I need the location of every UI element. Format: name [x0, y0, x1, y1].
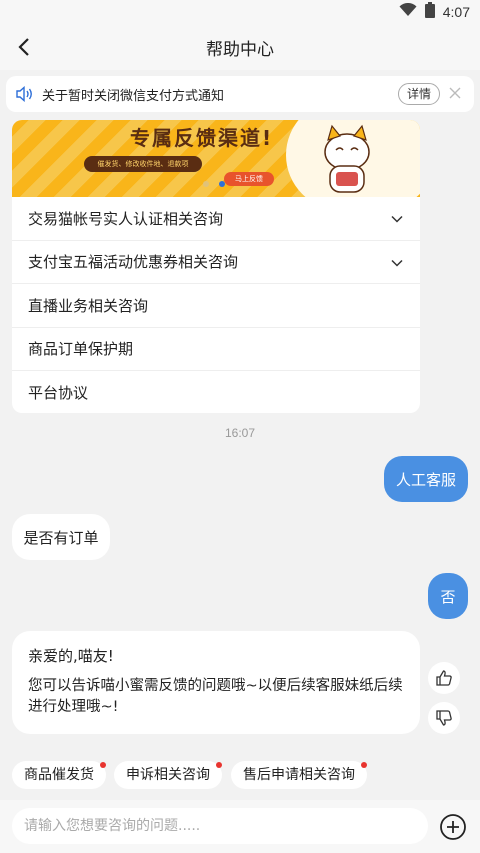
banner-headline: 专属反馈渠道!	[130, 126, 274, 150]
message-text: 您可以告诉喵小蜜需反馈的问题哦~以便后续客服妹纸后续进行处理哦~!	[28, 677, 403, 716]
wifi-icon	[399, 2, 417, 21]
back-button[interactable]	[12, 34, 36, 60]
clock: 4:07	[442, 4, 470, 20]
red-dot-badge	[216, 762, 222, 768]
notice-text: 关于暂时关闭微信支付方式通知	[42, 88, 225, 104]
faq-item-agreement[interactable]: 平台协议	[12, 371, 420, 413]
top-nav-bar: 帮助中心	[0, 24, 480, 70]
back-arrow-icon	[18, 38, 29, 56]
message-text: 亲爱的,喵友!	[28, 647, 114, 665]
thumbs-down-icon	[436, 710, 452, 726]
banner-pill: 催发货、修改收件地、退款项	[84, 156, 202, 172]
quick-reply-chip[interactable]: 售后申请相关咨询	[231, 761, 367, 789]
page-title: 帮助中心	[206, 39, 274, 60]
chip-label: 商品催发货	[24, 767, 94, 783]
faq-item-label: 支付宝五福活动优惠券相关咨询	[28, 253, 239, 272]
question-input[interactable]	[12, 808, 428, 844]
user-message-bubble: 人工客服	[384, 456, 468, 502]
faq-item-label: 商品订单保护期	[28, 340, 134, 359]
bot-message-bubble: 亲爱的,喵友! 您可以告诉喵小蜜需反馈的问题哦~以便后续客服妹纸后续进行处理哦~…	[12, 631, 420, 734]
message-text: 否	[440, 587, 456, 606]
message-text: 人工客服	[395, 470, 456, 489]
chip-label: 售后申请相关咨询	[243, 767, 355, 783]
status-bar: 4:07	[0, 0, 480, 24]
faq-card: 专属反馈渠道! 催发货、修改收件地、退款项 马上反馈 交易猫帐号实人认证相关咨询…	[12, 120, 420, 413]
battery-icon	[424, 2, 435, 22]
quick-reply-chip[interactable]: 商品催发货	[12, 761, 106, 789]
bot-message-bubble: 是否有订单	[12, 514, 110, 560]
red-dot-badge	[361, 762, 367, 768]
faq-item-live[interactable]: 直播业务相关咨询	[12, 284, 420, 328]
thumbs-up-button[interactable]	[428, 662, 460, 694]
quick-reply-chip[interactable]: 申诉相关咨询	[114, 761, 222, 789]
faq-item-label: 平台协议	[28, 384, 89, 403]
red-dot-badge	[100, 762, 106, 768]
faq-item-alipay[interactable]: 支付宝五福活动优惠券相关咨询	[12, 241, 420, 284]
chevron-down-icon	[391, 259, 403, 267]
chip-label: 申诉相关咨询	[126, 767, 210, 783]
message-text: 是否有订单	[23, 528, 99, 547]
faq-item-realname[interactable]: 交易猫帐号实人认证相关咨询	[12, 197, 420, 241]
faq-item-label: 交易猫帐号实人认证相关咨询	[28, 209, 224, 228]
close-icon[interactable]	[448, 86, 462, 100]
thumbs-down-button[interactable]	[428, 702, 460, 734]
cat-mascot-icon	[324, 124, 370, 193]
user-message-bubble: 否	[428, 573, 468, 619]
chat-timestamp: 16:07	[224, 426, 256, 440]
carousel-dot-active	[219, 181, 225, 187]
banner-feedback-button[interactable]: 马上反馈	[224, 172, 274, 186]
quick-reply-bar: 商品催发货 申诉相关咨询 售后申请相关咨询	[0, 752, 480, 798]
plus-circle-icon[interactable]	[439, 813, 467, 841]
chevron-down-icon	[391, 215, 403, 223]
notice-detail-button[interactable]: 详情	[397, 83, 440, 105]
input-bar	[0, 800, 480, 853]
faq-item-label: 直播业务相关咨询	[28, 296, 149, 315]
speaker-icon	[16, 85, 34, 103]
carousel-dot	[203, 181, 209, 187]
thumbs-up-icon	[436, 670, 452, 686]
feedback-banner[interactable]: 专属反馈渠道! 催发货、修改收件地、退款项 马上反馈	[12, 120, 420, 197]
notice-bar[interactable]: 关于暂时关闭微信支付方式通知 详情	[6, 76, 474, 112]
faq-item-order-protection[interactable]: 商品订单保护期	[12, 328, 420, 371]
